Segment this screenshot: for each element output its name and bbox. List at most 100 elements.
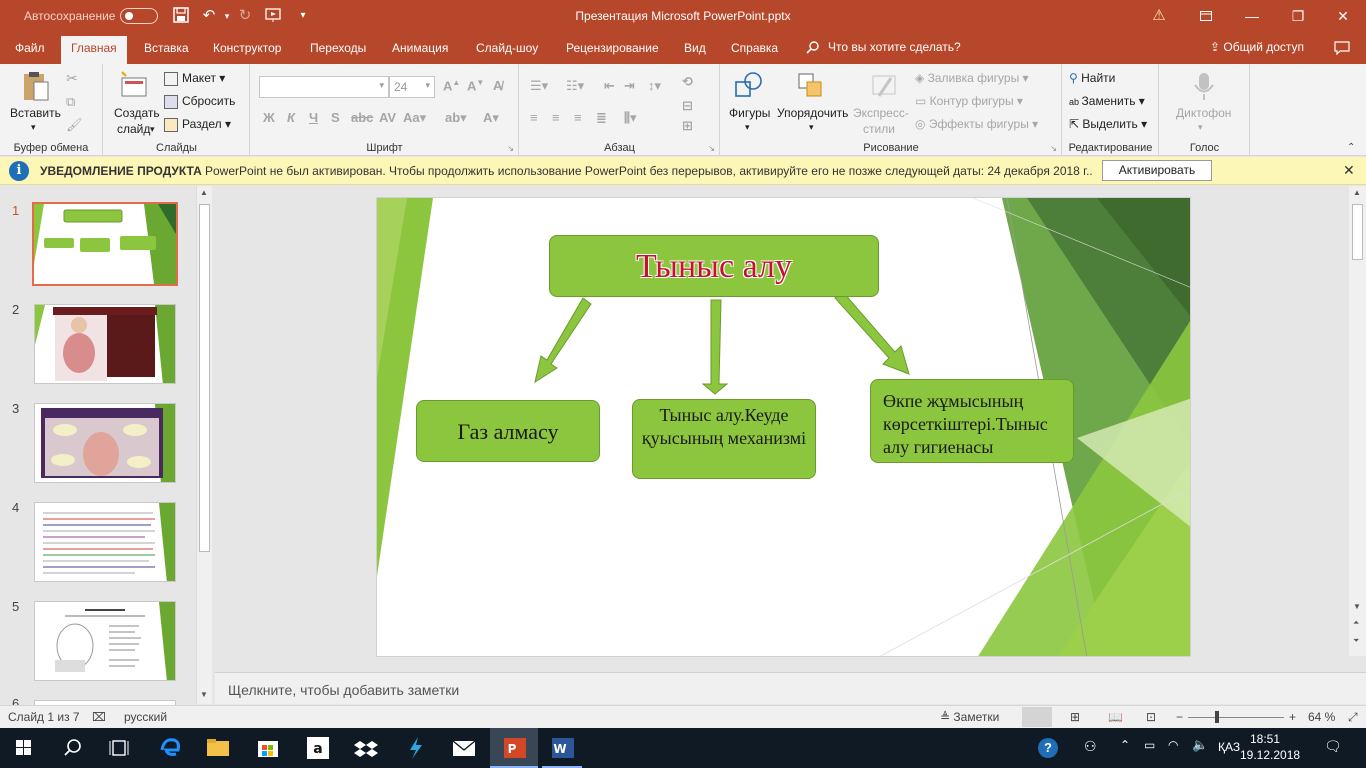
replace-button[interactable]: ab Заменить ▾	[1069, 94, 1145, 108]
arrange-dropdown-icon[interactable]: ▾	[809, 122, 814, 133]
tab-insert[interactable]: Вставка	[144, 41, 189, 55]
box-breathing-mechanism[interactable]: Тыныс алу.Кеуде қуысының механизмі	[632, 399, 816, 479]
arrange-icon[interactable]	[795, 70, 827, 102]
scroll-down-icon[interactable]: ▼	[200, 690, 208, 699]
slide-scrollbar[interactable]: ▲ ▼ ⏶ ⏷	[1349, 186, 1366, 656]
font-dialog-launcher-icon[interactable]: ↘	[507, 144, 514, 153]
notifications-icon[interactable]: 🗨	[1324, 738, 1342, 755]
dictate-button[interactable]: Диктофон	[1176, 106, 1231, 120]
taskbar-app-bolt[interactable]	[392, 728, 440, 768]
box-lung-indicators[interactable]: Өкпе жұмысының көрсеткіштері.Тыныс алу г…	[870, 379, 1074, 463]
slide-scroll-down-icon[interactable]: ▼	[1353, 602, 1361, 611]
new-slide-label-2[interactable]: слайд	[117, 122, 150, 136]
zoom-in-icon[interactable]: +	[1289, 710, 1296, 724]
reset-button[interactable]: Сбросить	[164, 94, 235, 109]
layout-button[interactable]: Макет ▾	[164, 71, 225, 86]
normal-view-icon[interactable]	[1022, 707, 1052, 727]
tray-chevron-icon[interactable]: ⌃	[1120, 738, 1130, 752]
notification-close-icon[interactable]: ✕	[1343, 162, 1355, 179]
tab-slideshow[interactable]: Слайд-шоу	[476, 41, 538, 55]
tab-transitions[interactable]: Переходы	[310, 41, 366, 55]
zoom-slider-thumb[interactable]	[1215, 711, 1219, 723]
task-view-button[interactable]	[96, 728, 144, 768]
bullets-icon[interactable]: ☰▾	[530, 78, 548, 94]
slide-canvas[interactable]: Тыныс алу Газ алмасу Тыныс алу.Кеуде қуы…	[376, 197, 1191, 657]
increase-indent-icon[interactable]: ⇥	[624, 78, 635, 94]
tab-file[interactable]: Файл	[15, 41, 45, 55]
fit-to-window-icon[interactable]: ⤢	[1348, 710, 1358, 725]
shapes-icon[interactable]	[733, 70, 765, 102]
slide-sorter-icon[interactable]: ⊞	[1070, 710, 1080, 724]
slide-thumbnail-1[interactable]	[32, 202, 178, 286]
close-icon[interactable]: ✕	[1320, 0, 1366, 32]
font-name-combo[interactable]: ▾	[259, 76, 389, 98]
new-slide-label-1[interactable]: Создать	[114, 106, 160, 120]
comments-icon[interactable]	[1334, 41, 1350, 58]
title-box[interactable]: Тыныс алу	[549, 235, 879, 297]
restore-icon[interactable]: ❐	[1275, 0, 1321, 32]
strikethrough-icon[interactable]: abc	[351, 110, 373, 125]
text-direction-icon[interactable]: ⟲	[682, 74, 693, 90]
collapse-ribbon-icon[interactable]: ⌃	[1347, 142, 1355, 153]
highlight-icon[interactable]: ab▾	[445, 110, 467, 126]
language-indicator[interactable]: русский	[124, 710, 167, 724]
justify-icon[interactable]: ≣	[596, 110, 607, 126]
slide-scroll-up-icon[interactable]: ▲	[1353, 188, 1361, 197]
smartart-icon[interactable]: ⊞	[682, 118, 693, 134]
copy-icon[interactable]: ⧉	[66, 94, 75, 110]
ribbon-display-options-icon[interactable]	[1183, 0, 1229, 32]
new-slide-dropdown-icon[interactable]: ▾	[150, 124, 155, 135]
bold-button[interactable]: Ж	[263, 110, 275, 125]
minimize-icon[interactable]: —	[1229, 0, 1275, 32]
clear-formatting-icon[interactable]: A̸	[493, 78, 502, 93]
taskbar-store[interactable]	[244, 728, 292, 768]
help-tray-icon[interactable]: ?	[1038, 738, 1058, 758]
taskbar-mail[interactable]	[440, 728, 488, 768]
tab-help[interactable]: Справка	[731, 41, 778, 55]
paste-icon[interactable]	[20, 70, 52, 102]
system-clock[interactable]: 18:51 19.12.2018	[1240, 731, 1300, 763]
taskbar-explorer[interactable]	[194, 728, 242, 768]
arrange-button[interactable]: Упорядочить	[777, 106, 848, 120]
notes-pane[interactable]: Щелкните, чтобы добавить заметки	[215, 672, 1366, 704]
slide-thumbnail-2[interactable]	[34, 304, 176, 384]
find-button[interactable]: ⚲ Найти	[1069, 71, 1115, 85]
zoom-slider-track[interactable]	[1188, 717, 1284, 718]
wifi-icon[interactable]: ◠	[1168, 738, 1178, 752]
columns-icon[interactable]: ⫼▾	[624, 110, 637, 126]
shapes-dropdown-icon[interactable]: ▾	[745, 122, 750, 133]
slide-thumbnail-5[interactable]	[34, 601, 176, 681]
prev-slide-icon[interactable]: ⏶	[1353, 618, 1359, 628]
align-text-icon[interactable]: ⊟	[682, 98, 693, 114]
numbering-icon[interactable]: ☷▾	[566, 78, 584, 94]
paste-button[interactable]: Вставить	[10, 106, 61, 120]
select-button[interactable]: ⇱ Выделить ▾	[1069, 117, 1147, 131]
scroll-up-icon[interactable]: ▲	[200, 188, 208, 197]
align-left-icon[interactable]: ≡	[530, 110, 538, 125]
char-spacing-icon[interactable]: AV	[379, 110, 396, 125]
new-slide-icon[interactable]	[118, 70, 150, 102]
zoom-level[interactable]: 64 %	[1308, 710, 1335, 724]
shape-fill-button[interactable]: ◈ Заливка фигуры ▾	[915, 71, 1029, 85]
underline-button[interactable]: Ч	[309, 110, 318, 125]
reading-view-icon[interactable]: 📖	[1108, 710, 1123, 724]
zoom-out-icon[interactable]: −	[1176, 710, 1183, 724]
battery-icon[interactable]: ▭	[1144, 738, 1155, 752]
line-spacing-icon[interactable]: ↕▾	[648, 78, 661, 94]
tab-home[interactable]: Главная	[61, 36, 127, 64]
shapes-button[interactable]: Фигуры	[729, 106, 770, 120]
font-size-combo[interactable]: 24 ▾	[389, 76, 435, 98]
decrease-font-icon[interactable]: A▼	[467, 78, 484, 93]
align-right-icon[interactable]: ≡	[574, 110, 582, 125]
tell-me-box[interactable]: Что вы хотите сделать?	[806, 40, 961, 57]
slide-thumbnail-3[interactable]	[34, 403, 176, 483]
notes-toggle-button[interactable]: ≜ Заметки	[940, 710, 999, 724]
quick-styles-label-2[interactable]: стили	[863, 122, 895, 136]
taskbar-powerpoint[interactable]: P	[490, 728, 538, 768]
shape-effects-button[interactable]: ◎ Эффекты фигуры ▾	[915, 117, 1038, 131]
start-button[interactable]	[0, 728, 48, 768]
tab-view[interactable]: Вид	[684, 41, 706, 55]
share-button[interactable]: ⇪ Общий доступ	[1210, 40, 1304, 54]
section-button[interactable]: Раздел ▾	[164, 117, 231, 132]
search-button[interactable]	[48, 728, 96, 768]
